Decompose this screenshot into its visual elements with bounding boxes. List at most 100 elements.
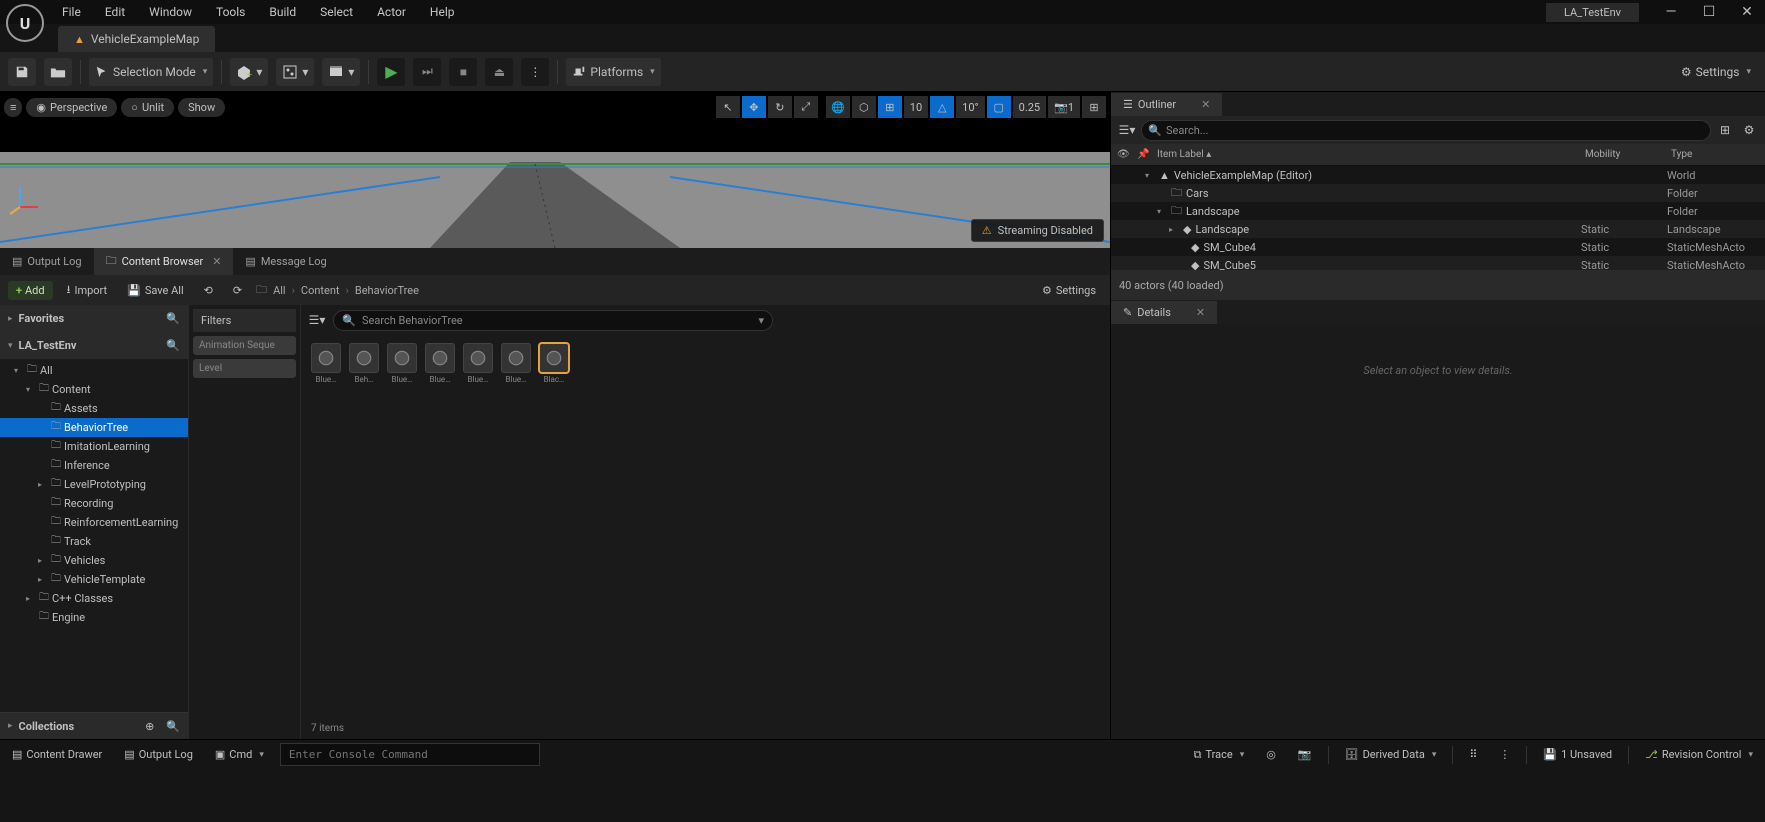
filter-chip[interactable]: Level [193, 359, 296, 378]
select-tool[interactable]: ↖ [716, 96, 740, 118]
tab-message-log[interactable]: ▤ Message Log [233, 249, 338, 274]
blueprint-button[interactable]: ▾ [276, 58, 314, 86]
tree-item[interactable]: ▸🗀C++ Classes [0, 589, 188, 608]
menu-help[interactable]: Help [418, 1, 467, 23]
outliner-search-input[interactable]: 🔍 Search... [1141, 120, 1711, 141]
asset-tile[interactable]: Blue… [309, 343, 343, 387]
show-button[interactable]: Show [178, 98, 225, 117]
label-column[interactable]: Item Label ▴ [1151, 149, 1579, 160]
viewport[interactable]: ≡ ◉ Perspective ○ Unlit Show ↖ ✥ ↻ ⤢ 🌐 ⬡ [0, 92, 1110, 248]
tree-item[interactable]: ▾🗀Content [0, 380, 188, 399]
asset-tile[interactable]: Beh… [347, 343, 381, 387]
tree-item[interactable]: 🗀ImitationLearning [0, 437, 188, 456]
rotate-tool[interactable]: ↻ [768, 96, 792, 118]
world-local-toggle[interactable]: 🌐 [826, 96, 850, 118]
close-icon[interactable]: ✕ [1196, 306, 1205, 319]
grid-snap-value[interactable]: 10 [904, 96, 928, 118]
history-fwd[interactable]: ⟳ [227, 281, 248, 300]
close-icon[interactable]: ✕ [1201, 98, 1210, 111]
stop-button[interactable]: ■ [449, 58, 477, 86]
menu-window[interactable]: Window [137, 1, 204, 23]
tree-item[interactable]: 🗀Assets [0, 399, 188, 418]
asset-tile[interactable]: Blue… [461, 343, 495, 387]
trace-snapshot-button[interactable]: 📷 [1292, 748, 1318, 761]
minimize-button[interactable]: — [1653, 0, 1689, 24]
tab-content-browser[interactable]: 🗀 Content Browser ✕ [94, 246, 234, 277]
save-all-button[interactable]: 💾 Save All [121, 281, 189, 300]
platforms-button[interactable]: Platforms [566, 58, 660, 86]
trace-store-button[interactable]: ◎ [1260, 748, 1282, 761]
scale-snap-value[interactable]: 0.25 [1013, 96, 1046, 118]
scale-snap-toggle[interactable]: ▢ [987, 96, 1011, 118]
tree-item[interactable]: ▸🗀LevelPrototyping [0, 475, 188, 494]
tab-output-log[interactable]: ▤ Output Log [0, 249, 94, 274]
unreal-logo[interactable]: U [6, 4, 44, 42]
search-icon[interactable]: 🔍 [166, 720, 180, 733]
outliner-row[interactable]: ▸◆LandscapeStaticLandscape [1111, 220, 1765, 238]
crumb-behaviortree[interactable]: BehaviorTree [355, 284, 419, 297]
outliner-row[interactable]: ▾▲VehicleExampleMap (Editor)World [1111, 166, 1765, 184]
content-drawer-button[interactable]: ▤ Content Drawer [6, 748, 108, 761]
cinematics-button[interactable]: ▾ [322, 58, 360, 86]
asset-tile[interactable]: Blue… [499, 343, 533, 387]
grid-snap-toggle[interactable]: ⊞ [878, 96, 902, 118]
outliner-row[interactable]: ◆SM_Cube5StaticStaticMeshActo [1111, 256, 1765, 270]
mobility-column[interactable]: Mobility [1579, 149, 1665, 160]
mode-dropdown[interactable]: Selection Mode [89, 58, 213, 86]
outliner-filter-button[interactable]: ☰▾ [1117, 120, 1137, 140]
tree-item[interactable]: ▾🗀All [0, 361, 188, 380]
filter-chip[interactable]: Animation Seque [193, 336, 296, 355]
add-button[interactable]: + Add [8, 281, 53, 300]
settings-button[interactable]: ⚙ Settings [1675, 58, 1757, 86]
angle-snap-toggle[interactable]: △ [930, 96, 954, 118]
revision-control-button[interactable]: ⎇ Revision Control [1639, 748, 1759, 761]
scale-tool[interactable]: ⤢ [794, 96, 818, 118]
viewport-menu-button[interactable]: ≡ [4, 98, 22, 117]
outliner-row[interactable]: 🗀CarsFolder [1111, 184, 1765, 202]
search-icon[interactable]: 🔍 [166, 339, 180, 352]
favorites-header[interactable]: ▸ Favorites 🔍 [0, 305, 188, 332]
menu-tools[interactable]: Tools [204, 1, 257, 23]
camera-speed[interactable]: 📷 1 [1048, 96, 1080, 118]
unsaved-button[interactable]: 💾 1 Unsaved [1537, 748, 1618, 761]
visibility-column[interactable]: 👁 [1111, 149, 1131, 160]
browse-button[interactable] [44, 58, 72, 86]
menu-select[interactable]: Select [308, 1, 365, 23]
lit-button[interactable]: ○ Unlit [121, 98, 174, 117]
tree-item[interactable]: 🗀Track [0, 532, 188, 551]
save-button[interactable] [8, 58, 36, 86]
menu-build[interactable]: Build [257, 1, 308, 23]
outliner-tab[interactable]: ☰ Outliner ✕ [1111, 93, 1222, 116]
tree-item[interactable]: 🗀ReinforcementLearning [0, 513, 188, 532]
filter-button[interactable]: ☰▾ [307, 310, 327, 330]
play-button[interactable]: ▶ [377, 58, 405, 86]
eject-button[interactable]: ⏏ [485, 58, 513, 86]
asset-search-input[interactable]: 🔍 Search BehaviorTree ▾ [333, 310, 773, 331]
history-back[interactable]: ⟲ [198, 281, 219, 300]
perspective-button[interactable]: ◉ Perspective [26, 98, 117, 117]
tree-item[interactable]: 🗀BehaviorTree [0, 418, 188, 437]
menu-edit[interactable]: Edit [93, 1, 137, 23]
trace-button[interactable]: ⧉ Trace [1188, 748, 1251, 762]
asset-tile[interactable]: Blue… [423, 343, 457, 387]
play-options-button[interactable]: ⋮ [521, 58, 549, 86]
project-header[interactable]: ▾ LA_TestEnv 🔍 [0, 332, 188, 359]
tree-item[interactable]: 🗀Engine [0, 608, 188, 627]
collections-header[interactable]: ▸ Collections ⊕ 🔍 [0, 712, 188, 739]
cmd-dropdown[interactable]: ▣ Cmd [209, 748, 270, 761]
map-tab[interactable]: ▲ VehicleExampleMap [58, 26, 215, 52]
plus-icon[interactable]: ⊕ [145, 720, 154, 733]
import-button[interactable]: ⭳ Import [61, 278, 114, 303]
asset-tile[interactable]: Blue… [385, 343, 419, 387]
maximize-button[interactable]: ☐ [1691, 0, 1727, 24]
details-tab[interactable]: ✎ Details ✕ [1111, 301, 1217, 324]
tree-item[interactable]: 🗀Inference [0, 456, 188, 475]
add-folder-button[interactable]: ⊞ [1715, 120, 1735, 140]
translate-tool[interactable]: ✥ [742, 96, 766, 118]
add-content-button[interactable]: +▾ [230, 58, 268, 86]
outliner-row[interactable]: ▾🗀LandscapeFolder [1111, 202, 1765, 220]
console-input[interactable] [280, 743, 540, 766]
derived-data-button[interactable]: 🗄 Derived Data [1339, 748, 1443, 761]
menu-actor[interactable]: Actor [365, 1, 418, 23]
stats-menu-button[interactable]: ⋮ [1493, 748, 1516, 761]
